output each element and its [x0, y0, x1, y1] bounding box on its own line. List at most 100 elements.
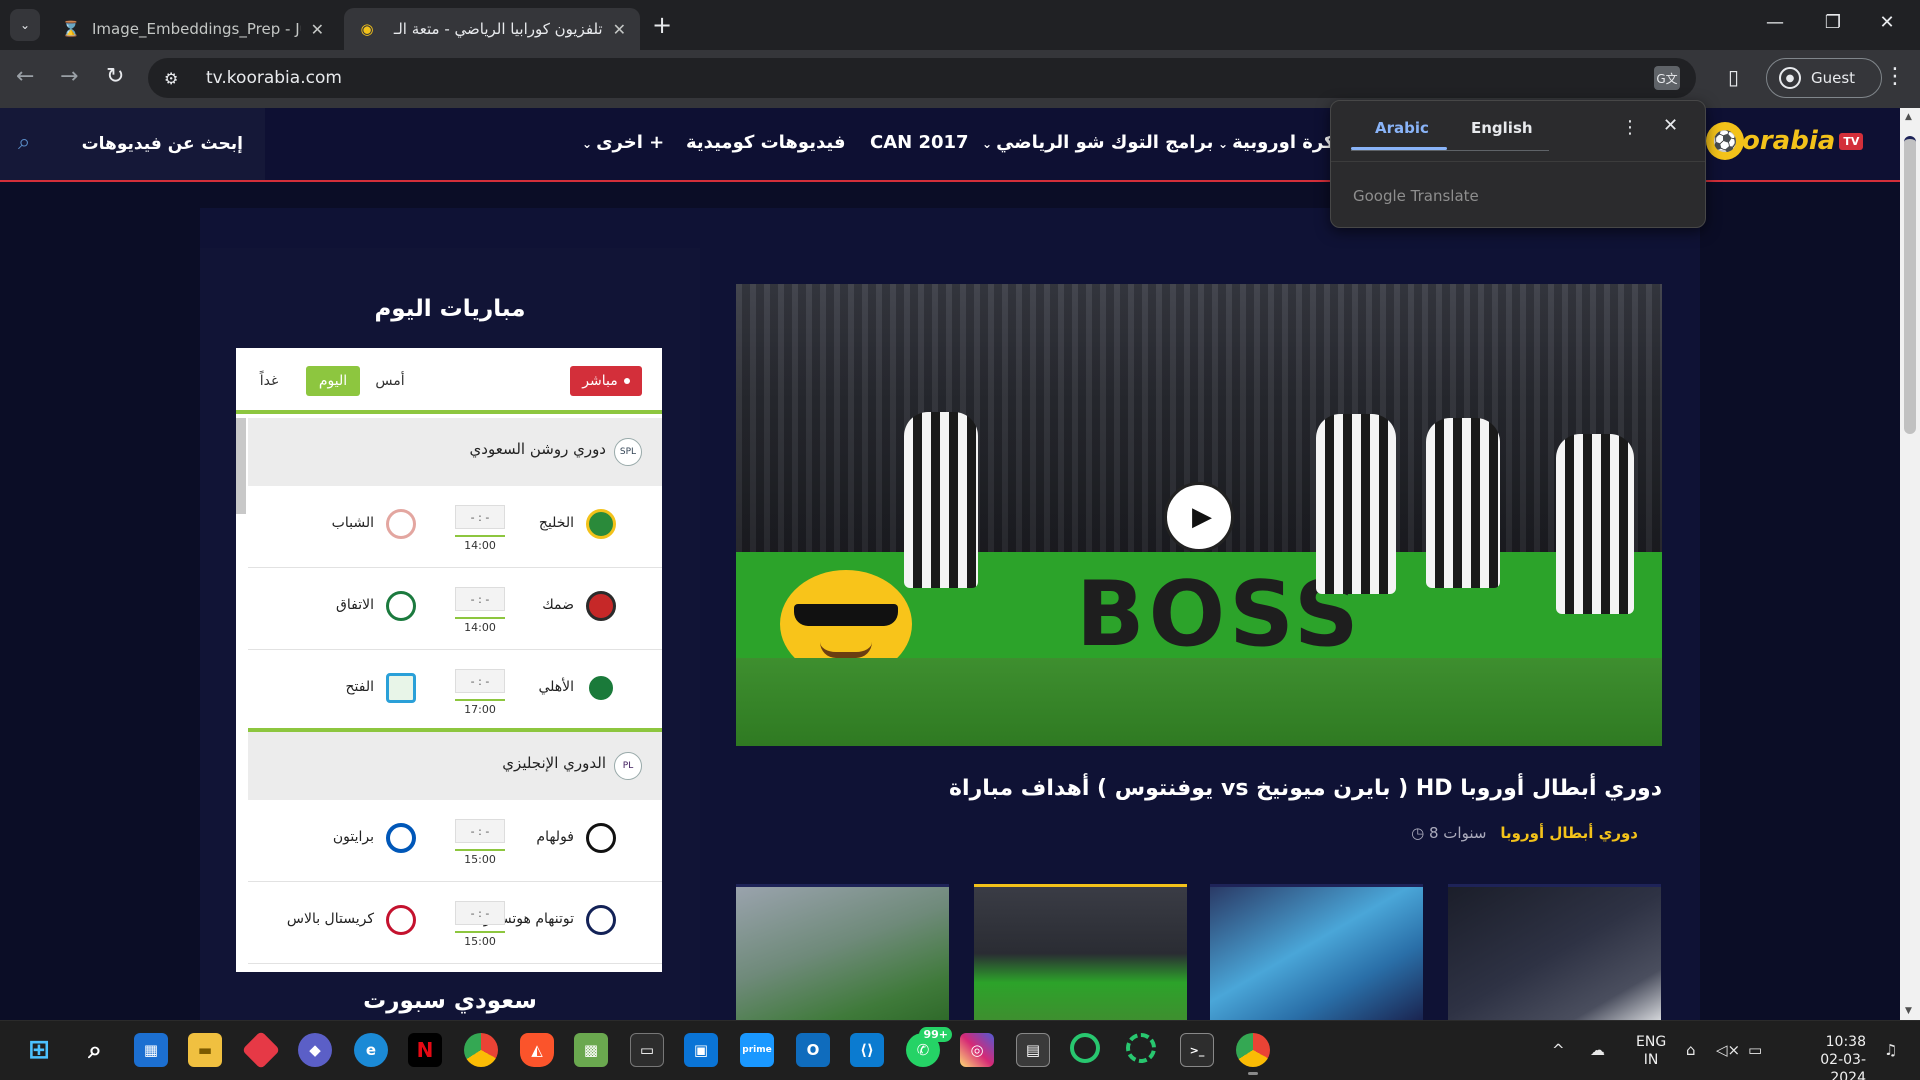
app-green-ring-icon[interactable]: [1126, 1033, 1156, 1063]
volume-muted-icon[interactable]: ◁×: [1716, 1041, 1740, 1059]
notification-badge: 99+: [919, 1027, 952, 1042]
tab-search-button[interactable]: ⌄: [10, 9, 40, 41]
search-icon[interactable]: ⌕: [78, 1033, 112, 1067]
nav-more[interactable]: ⌄ اخرى +: [578, 132, 664, 153]
nav-talk-shows[interactable]: ⌄ برامج التوك شو الرياضي: [978, 132, 1213, 153]
reload-icon[interactable]: ↻: [106, 64, 124, 89]
main-video-player[interactable]: BOSS ▶: [736, 284, 1662, 746]
minecraft-icon[interactable]: ▩: [574, 1033, 608, 1067]
close-tab-icon[interactable]: ✕: [613, 20, 626, 39]
battery-icon[interactable]: ▭: [1748, 1041, 1762, 1059]
nav-can2017[interactable]: CAN 2017: [870, 132, 969, 153]
language-indicator[interactable]: ENG IN: [1636, 1033, 1666, 1069]
video-thumbnail-active[interactable]: [974, 884, 1187, 1020]
restore-icon[interactable]: ❐: [1810, 12, 1856, 33]
brave-icon[interactable]: ◭: [520, 1033, 554, 1067]
back-arrow-icon[interactable]: ←: [16, 64, 34, 89]
koorabia-favicon-icon: ◉: [360, 20, 374, 38]
scroll-up-icon[interactable]: ▲: [1905, 112, 1912, 122]
search-icon[interactable]: ⌕: [18, 130, 30, 155]
team-crest-icon: [386, 673, 416, 703]
match-row[interactable]: ضمك - : - 14:00 الاتفاق: [248, 568, 662, 650]
team-crest-icon: [586, 673, 616, 703]
edge-icon[interactable]: e: [354, 1033, 388, 1067]
translate-options-icon[interactable]: ⋮: [1621, 117, 1639, 138]
translate-tab-target[interactable]: English: [1471, 119, 1533, 137]
url-text[interactable]: tv.koorabia.com: [206, 68, 342, 88]
close-window-icon[interactable]: ✕: [1864, 12, 1910, 33]
match-row[interactable]: فولهام - : - 15:00 برايتون: [248, 800, 662, 882]
outlook-icon[interactable]: O: [796, 1033, 830, 1067]
copilot-icon[interactable]: ◆: [298, 1033, 332, 1067]
tab-jupyter[interactable]: ⌛ Image_Embeddings_Prep - Jupy ✕: [48, 8, 338, 50]
windows-taskbar: ⊞ ⌕ ▦ ▬ ◆ e N ◭ ▩ ▭ ▣ prime O ⟨⟩ ✆ 99+ ◎ …: [0, 1020, 1920, 1080]
league-header[interactable]: دوري روشن السعودي SPL: [248, 418, 662, 486]
match-row[interactable]: توتنهام هوتسبير - : - 15:00 كريستال بالا…: [248, 882, 662, 964]
instagram-icon[interactable]: ◎: [960, 1033, 994, 1067]
widget-scrollbar[interactable]: [236, 418, 246, 514]
chrome-active-icon[interactable]: [1236, 1033, 1270, 1075]
video-title[interactable]: أهداف مباراة ( يوفنتوس vs بايرن ميونيخ )…: [949, 776, 1662, 801]
file-explorer-icon[interactable]: ▬: [188, 1033, 222, 1067]
cmd-icon[interactable]: >_: [1180, 1033, 1214, 1067]
new-tab-button[interactable]: +: [652, 11, 672, 39]
app-blue-icon[interactable]: ▣: [684, 1033, 718, 1067]
search-placeholder[interactable]: إبحث عن فيديوهات: [82, 134, 243, 154]
sidebar-next-title: سعودي سبورت: [363, 988, 537, 1014]
profile-button[interactable]: ● Guest: [1766, 58, 1882, 98]
tray-chevron-up-icon[interactable]: ^: [1552, 1041, 1565, 1059]
league-logo-icon: PL: [614, 752, 642, 780]
app-gray-icon[interactable]: ▤: [1016, 1033, 1050, 1067]
clock[interactable]: 10:38 02-03-2024: [1786, 1033, 1866, 1080]
address-bar[interactable]: ⚙ tv.koorabia.com G文: [148, 58, 1696, 98]
terminal-icon[interactable]: ▭: [630, 1033, 664, 1067]
chevron-down-icon: ⌄: [982, 137, 993, 151]
video-thumbnail[interactable]: [1210, 884, 1423, 1020]
site-logo[interactable]: ⚽ orabia TV: [1706, 122, 1864, 160]
close-tab-icon[interactable]: ✕: [311, 20, 324, 39]
video-thumbnail[interactable]: [736, 884, 949, 1020]
video-search[interactable]: ⌕ إبحث عن فيديوهات: [0, 108, 265, 180]
chrome-icon[interactable]: [464, 1033, 498, 1067]
match-row[interactable]: الأهلي - : - 17:00 الفتح: [248, 650, 662, 732]
whatsapp-icon[interactable]: ✆ 99+: [906, 1027, 952, 1067]
network-icon[interactable]: ⌂: [1686, 1041, 1696, 1059]
live-button[interactable]: مباشر: [570, 366, 642, 396]
side-panel-icon[interactable]: ▯: [1728, 65, 1739, 89]
translate-tab-source[interactable]: Arabic: [1375, 119, 1429, 137]
app-red-icon[interactable]: [241, 1030, 281, 1070]
video-thumbnail[interactable]: [1448, 884, 1661, 1020]
team-crest-icon: [386, 905, 416, 935]
page-content: ⌕ إبحث عن فيديوهات ⌄ اخرى + فيديوهات كومي…: [0, 108, 1900, 1020]
team-crest-icon: [586, 823, 616, 853]
cloud-icon[interactable]: ☁: [1590, 1041, 1605, 1059]
translate-page-icon[interactable]: G文: [1654, 66, 1680, 90]
windows-start-icon[interactable]: ⊞: [22, 1033, 56, 1067]
match-row[interactable]: الخليج - : - 14:00 الشباب: [248, 486, 662, 568]
tab-today[interactable]: اليوم: [306, 366, 360, 396]
page-scrollbar[interactable]: ▲ ▼: [1900, 108, 1920, 1020]
nav-comedy[interactable]: فيديوهات كوميدية: [686, 132, 846, 153]
video-pitch: [736, 658, 1662, 746]
nav-european-football[interactable]: ⌄ كرة اوروبية: [1214, 132, 1335, 153]
minimize-icon[interactable]: —: [1752, 12, 1798, 33]
tab-koorabia[interactable]: ◉ تلفزيون كورابيا الرياضي - متعة الـ ✕: [344, 8, 640, 50]
league-header[interactable]: الدوري الإنجليزي PL: [248, 732, 662, 800]
site-info-icon[interactable]: ⚙: [164, 69, 190, 88]
notification-bell-icon[interactable]: ♫: [1884, 1041, 1897, 1059]
more-menu-icon[interactable]: ⋮: [1884, 64, 1906, 89]
scroll-down-icon[interactable]: ▼: [1905, 1006, 1912, 1016]
store-icon[interactable]: ▦: [134, 1033, 168, 1067]
close-icon[interactable]: ✕: [1663, 115, 1678, 136]
video-category-link[interactable]: دوري أبطال أوروبا: [1500, 824, 1638, 842]
forward-arrow-icon[interactable]: →: [60, 64, 78, 89]
prime-video-icon[interactable]: prime: [740, 1033, 774, 1067]
play-button[interactable]: ▶: [1164, 482, 1234, 552]
tab-yesterday[interactable]: أمس: [370, 366, 410, 396]
tab-tomorrow[interactable]: غداً: [254, 366, 284, 396]
vscode-icon[interactable]: ⟨⟩: [850, 1033, 884, 1067]
netflix-icon[interactable]: N: [408, 1033, 442, 1067]
scrollbar-thumb[interactable]: [1904, 136, 1916, 434]
translate-popup: Arabic English ⋮ ✕ Google Translate: [1330, 100, 1706, 228]
app-green-ring-icon[interactable]: [1070, 1033, 1100, 1063]
